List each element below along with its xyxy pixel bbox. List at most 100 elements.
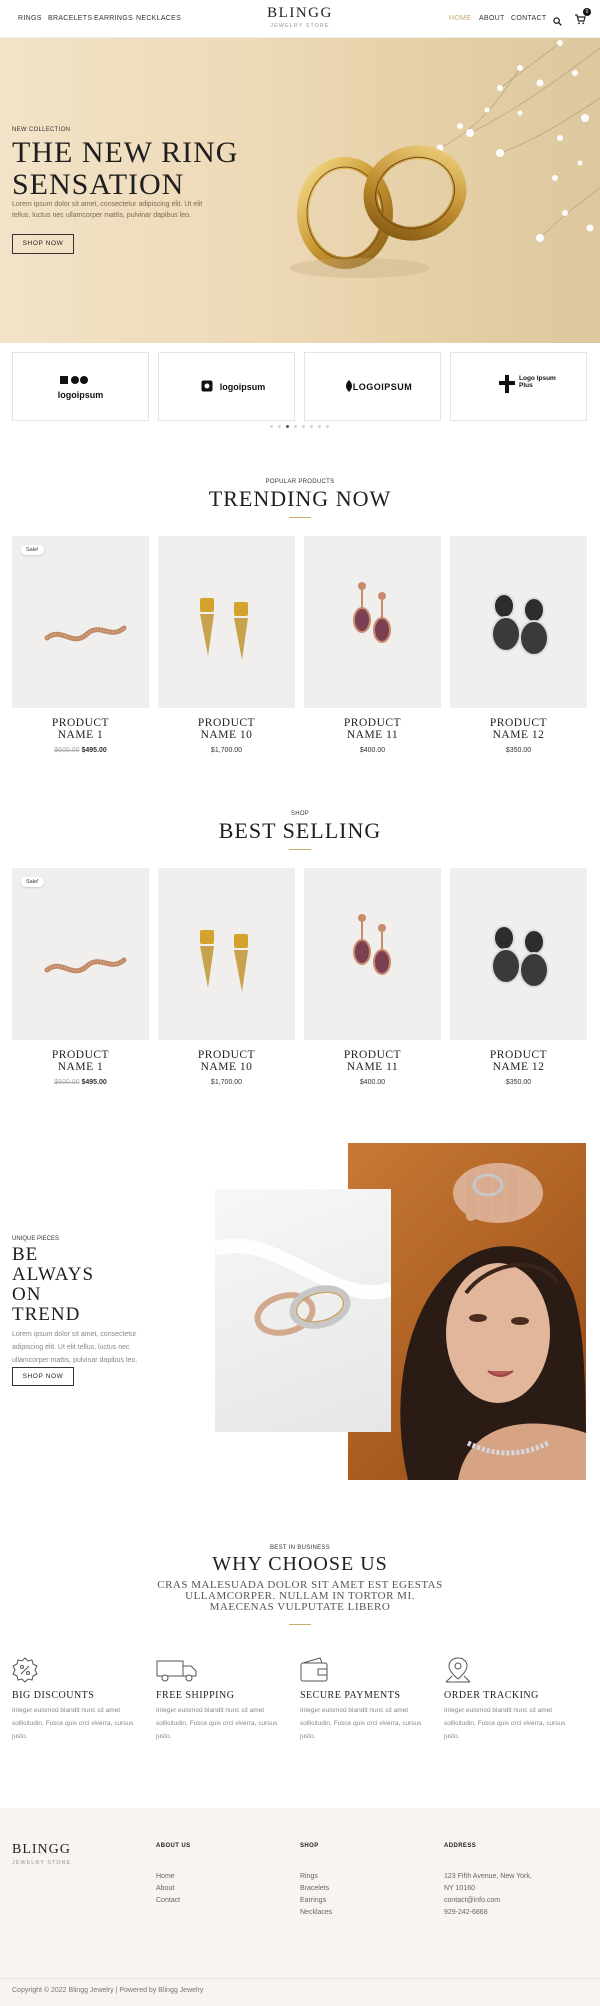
- product-price: $400.00: [359, 747, 386, 754]
- product-image[interactable]: [158, 536, 295, 708]
- divider: [289, 849, 311, 850]
- logoipsum-mark-icon: [60, 376, 88, 384]
- stone-earrings-icon: [491, 925, 549, 988]
- carousel-dot[interactable]: [270, 425, 273, 428]
- footer-phone-link[interactable]: 929-242-6868: [444, 1909, 488, 1916]
- hero-title: THE NEW RING SENSATION: [12, 136, 239, 201]
- footer-brand[interactable]: BLINGG: [12, 1842, 71, 1858]
- site-logo[interactable]: BLINGG: [0, 5, 600, 22]
- trend-text: Lorem ipsum dolor sit amet, consectetur …: [12, 1331, 138, 1364]
- nav-about[interactable]: ABOUT: [479, 15, 505, 22]
- feature-text: Integer euismod blandit nunc sit amet so…: [444, 1707, 566, 1740]
- product-price: $600.00 $495.00: [54, 1079, 107, 1086]
- footer-address-line: NY 10160: [444, 1885, 476, 1892]
- footer-about-heading: ABOUT US: [156, 1843, 191, 1849]
- nav-home[interactable]: HOME: [449, 15, 471, 22]
- carousel-dot[interactable]: [318, 425, 321, 428]
- trending-title: TRENDING NOW: [208, 486, 392, 511]
- rings-photo: [212, 1189, 394, 1432]
- product-name[interactable]: PRODUCT NAME 12: [450, 717, 587, 741]
- logo-text: LOGOIPSUM: [352, 382, 413, 392]
- feature-title: BIG DISCOUNTS: [12, 1690, 95, 1701]
- discount-badge-icon: [12, 1657, 38, 1684]
- footer-divider: [0, 1978, 600, 1979]
- earrings-icon: [200, 930, 248, 992]
- footer-tagline: JEWELRY STORE: [12, 1860, 72, 1866]
- product-name[interactable]: PRODUCT NAME 11: [304, 717, 441, 741]
- product-image[interactable]: [450, 868, 587, 1040]
- footer-link-necklaces[interactable]: Necklaces: [300, 1909, 332, 1916]
- divider: [289, 1624, 311, 1625]
- footer-address-heading: ADDRESS: [444, 1843, 477, 1849]
- earrings-icon: [200, 598, 248, 660]
- logo-text: Logo Ipsum Plus: [519, 375, 556, 389]
- product-price: $600.00 $495.00: [54, 747, 107, 754]
- map-pin-icon: [444, 1657, 472, 1684]
- trend-title: BE ALWAYS ON TREND: [12, 1244, 95, 1325]
- hero-banner: NEW COLLECTION THE NEW RING SENSATION Lo…: [0, 38, 600, 343]
- footer-link-rings[interactable]: Rings: [300, 1873, 318, 1880]
- product-price: $350.00: [505, 1079, 532, 1086]
- product-price: $1,700.00: [210, 747, 243, 754]
- product-image[interactable]: Sale!: [12, 868, 149, 1040]
- footer-link-contact[interactable]: Contact: [156, 1897, 180, 1904]
- partner-logo-4: Logo Ipsum Plus: [450, 352, 587, 421]
- feature-title: ORDER TRACKING: [444, 1690, 539, 1701]
- footer-shop-heading: SHOP: [300, 1843, 319, 1849]
- carousel-dot[interactable]: [302, 425, 305, 428]
- carousel-dot-active[interactable]: [286, 425, 289, 428]
- trend-shop-now-button[interactable]: SHOP NOW: [12, 1367, 74, 1386]
- site-tagline: JEWELRY STORE: [270, 23, 330, 29]
- footer-email-link[interactable]: contact@info.com: [444, 1897, 500, 1904]
- nav-contact[interactable]: CONTACT: [511, 15, 546, 22]
- sale-badge: Sale!: [21, 877, 44, 887]
- bracelet-icon: [44, 625, 127, 642]
- product-image[interactable]: [304, 868, 441, 1040]
- search-icon[interactable]: [553, 13, 562, 31]
- why-eyebrow: BEST IN BUSINESS: [269, 1545, 331, 1551]
- feature-text: Integer euismod blandit nunc sit amet so…: [300, 1707, 422, 1740]
- hero-text: Lorem ipsum dolor sit amet, consectetur …: [12, 201, 203, 219]
- footer-link-about[interactable]: About: [156, 1885, 174, 1892]
- product-name[interactable]: PRODUCT NAME 10: [158, 717, 295, 741]
- product-image[interactable]: Sale!: [12, 536, 149, 708]
- stone-earrings-icon: [491, 593, 549, 656]
- why-subtitle: CRAS MALESUADA DOLOR SIT AMET EST EGESTA…: [157, 1579, 443, 1613]
- product-image[interactable]: [158, 868, 295, 1040]
- site-header: RINGS BRACELETS EARRINGS NECKLACES BLING…: [0, 0, 600, 38]
- carousel-dot[interactable]: [294, 425, 297, 428]
- bracelet-icon: [44, 957, 127, 974]
- wedding-rings-icon: [212, 1238, 394, 1336]
- footer-link-home[interactable]: Home: [156, 1873, 175, 1880]
- product-name[interactable]: PRODUCT NAME 11: [304, 1049, 441, 1073]
- why-title: WHY CHOOSE US: [212, 1553, 388, 1575]
- partner-logo-3: LOGOIPSUM: [304, 352, 441, 421]
- logo-text: logoipsum: [57, 390, 104, 400]
- feature-text: Integer euismod blandit nunc sit amet so…: [156, 1707, 278, 1740]
- product-name[interactable]: PRODUCT NAME 10: [158, 1049, 295, 1073]
- product-name[interactable]: PRODUCT NAME 1: [12, 1049, 149, 1073]
- carousel-dot[interactable]: [310, 425, 313, 428]
- product-price: $400.00: [359, 1079, 386, 1086]
- logo-text: logoipsum: [219, 382, 266, 392]
- carousel-dot[interactable]: [326, 425, 329, 428]
- hero-shop-now-button[interactable]: SHOP NOW: [12, 234, 74, 254]
- footer-link-bracelets[interactable]: Bracelets: [300, 1885, 329, 1892]
- product-image[interactable]: [450, 536, 587, 708]
- product-name[interactable]: PRODUCT NAME 1: [12, 717, 149, 741]
- footer-link-earrings[interactable]: Earrings: [300, 1897, 326, 1904]
- sale-badge: Sale!: [21, 545, 44, 555]
- feature-title: FREE SHIPPING: [156, 1690, 235, 1701]
- product-image[interactable]: [304, 536, 441, 708]
- drop-earrings-icon: [353, 582, 391, 643]
- logo-cross-icon: [499, 375, 515, 393]
- divider: [289, 517, 311, 518]
- product-name[interactable]: PRODUCT NAME 12: [450, 1049, 587, 1073]
- best-selling-eyebrow: SHOP: [290, 811, 310, 817]
- footer-address-line: 123 Fifth Avenue, New York,: [444, 1873, 532, 1880]
- feature-title: SECURE PAYMENTS: [300, 1690, 401, 1701]
- carousel-dot[interactable]: [278, 425, 281, 428]
- hero-eyebrow: NEW COLLECTION: [12, 127, 71, 133]
- drop-earrings-icon: [353, 914, 391, 975]
- delivery-truck-icon: [156, 1657, 198, 1684]
